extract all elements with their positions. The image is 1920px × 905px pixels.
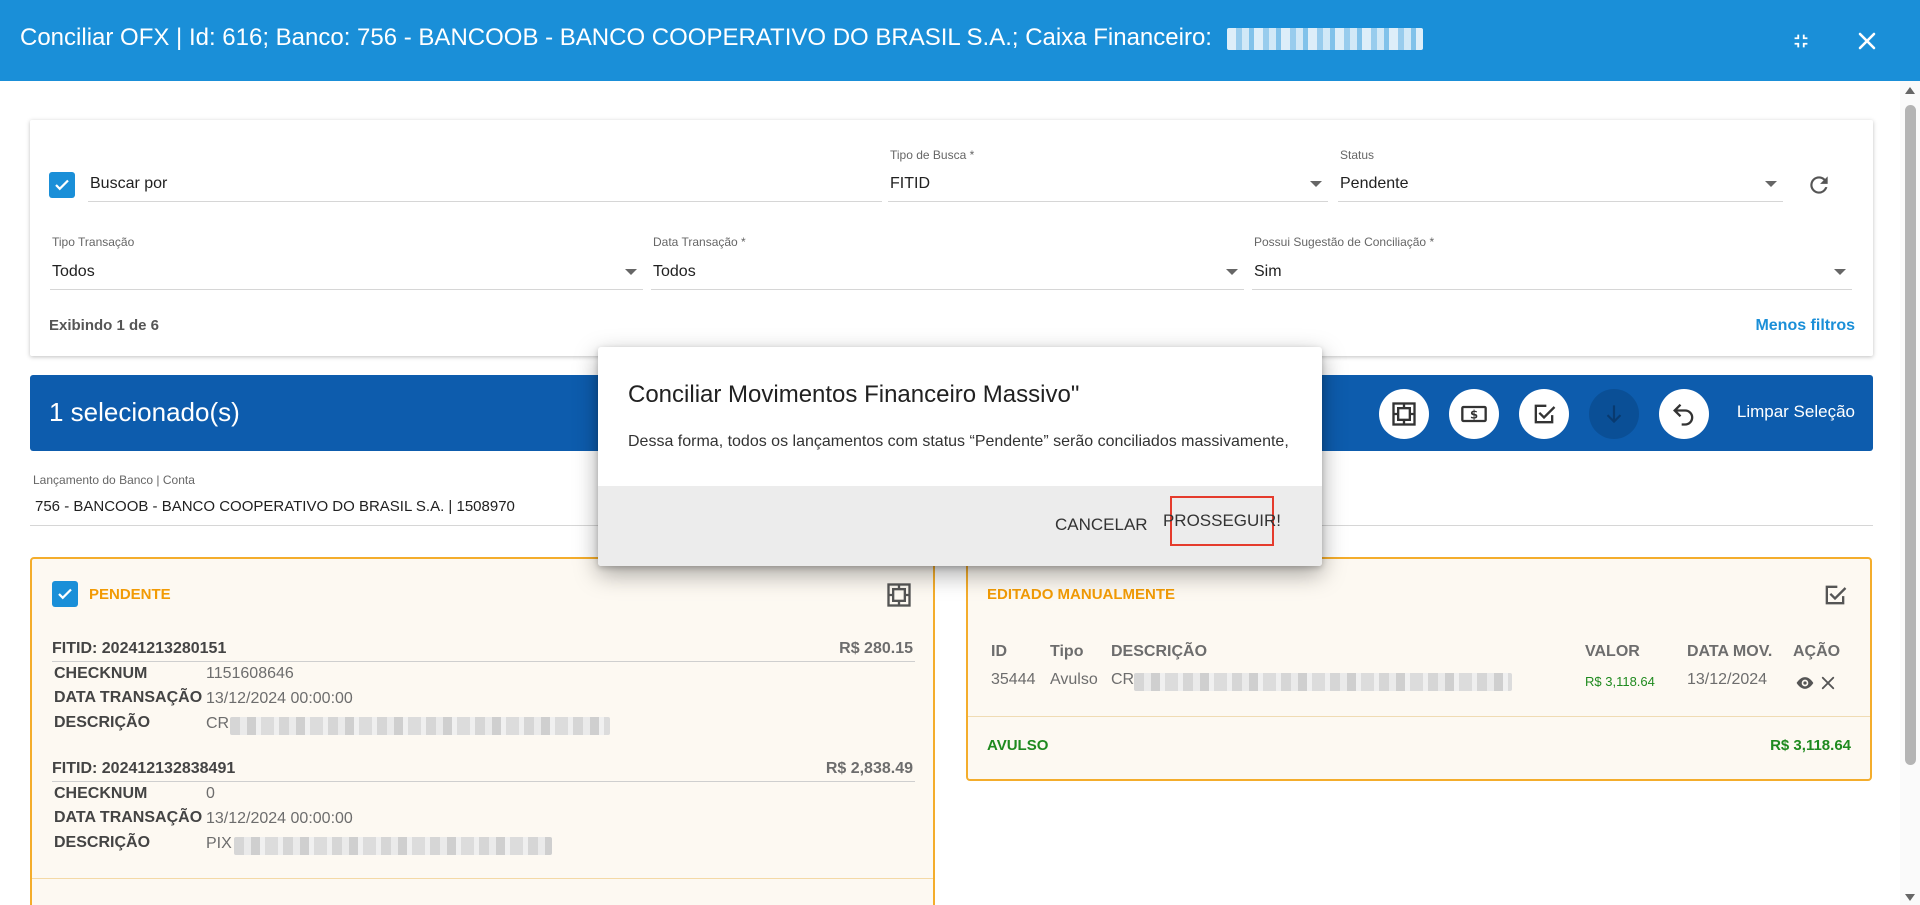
close-icon[interactable] (1852, 26, 1882, 56)
collapse-arrows-icon[interactable] (1786, 26, 1816, 56)
dialog-title-text: Conciliar OFX | Id: 616; Banco: 756 - BA… (20, 24, 1212, 51)
redacted-caixa (1226, 27, 1423, 50)
dialog-title: Conciliar OFX | Id: 616; Banco: 756 - BA… (20, 24, 1423, 52)
prosseguir-button[interactable]: PROSSEGUIR! (1163, 496, 1281, 546)
dialog-titlebar: Conciliar OFX | Id: 616; Banco: 756 - BA… (0, 0, 1920, 81)
confirm-dialog-text: Dessa forma, todos os lançamentos com st… (628, 433, 1289, 450)
prosseguir-label: PROSSEGUIR! (1162, 511, 1282, 530)
confirm-dialog-title: Conciliar Movimentos Financeiro Massivo" (628, 381, 1080, 408)
cancel-button[interactable]: CANCELAR (1055, 515, 1148, 535)
confirm-dialog-actions: CANCELAR PROSSEGUIR! (598, 486, 1322, 566)
confirm-dialog: Conciliar Movimentos Financeiro Massivo"… (598, 347, 1322, 566)
